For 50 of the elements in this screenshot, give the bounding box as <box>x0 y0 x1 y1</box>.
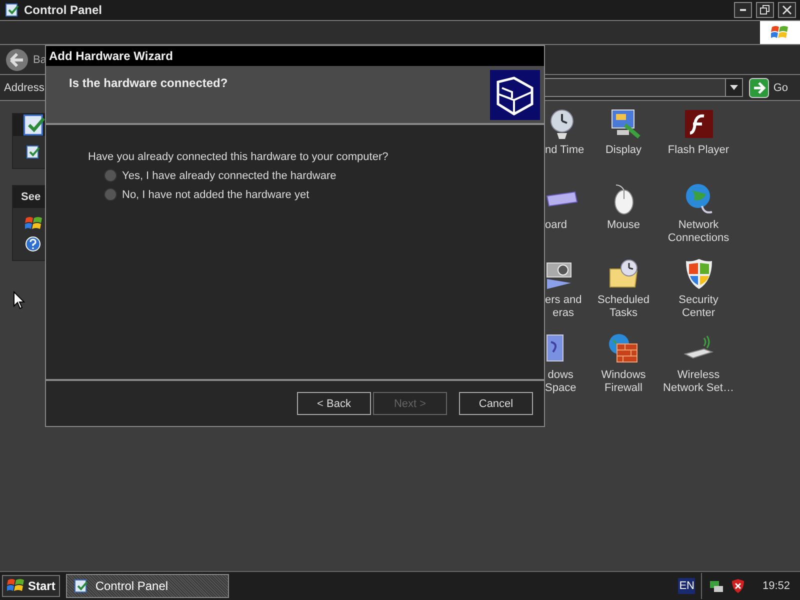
windows-update-icon <box>25 216 43 232</box>
mouse-pointer-icon <box>13 291 25 310</box>
close-button[interactable] <box>778 2 796 18</box>
minimize-icon <box>740 9 746 11</box>
help-icon[interactable] <box>25 236 41 252</box>
radio-button[interactable] <box>104 169 117 182</box>
checklist-icon <box>21 112 47 138</box>
icon-label[interactable]: dows Space <box>545 369 576 395</box>
language-indicator[interactable]: EN <box>678 578 696 594</box>
minimize-button[interactable] <box>734 2 752 18</box>
icon-label[interactable]: Wireless Network Set… <box>663 369 734 395</box>
control-panel-icon <box>73 578 90 594</box>
header-title: Is the hardware connected? <box>69 76 228 92</box>
window-title: Control Panel <box>24 3 104 17</box>
dialog-title: Add Hardware Wizard <box>49 49 173 63</box>
icon-label[interactable]: oard <box>545 219 568 232</box>
wizard-button[interactable]: Cancel <box>459 392 533 415</box>
icon-label[interactable]: Display <box>605 144 642 157</box>
address-label: Address <box>4 82 44 94</box>
wizard-button[interactable]: < Back <box>297 392 371 415</box>
caret-icon <box>730 85 738 90</box>
icon-label[interactable]: Scheduled Tasks <box>598 294 650 320</box>
clock: 19:52 <box>762 580 790 592</box>
shield-icon[interactable] <box>730 578 746 594</box>
control-panel-icon <box>25 144 41 160</box>
windows-logo-icon <box>771 24 789 40</box>
icon-label[interactable]: Security Center <box>678 294 718 320</box>
close-icon <box>782 5 792 15</box>
icon-label[interactable]: nd Time <box>545 144 584 157</box>
restore-icon <box>760 5 770 15</box>
restore-button[interactable] <box>756 2 774 18</box>
icon-label[interactable]: Windows Firewall <box>601 369 646 395</box>
hardware-icon <box>490 70 540 120</box>
radio-option[interactable]: No, I have not added the hardware yet <box>104 188 544 201</box>
windows-logo-icon <box>7 578 25 594</box>
icon-label[interactable]: Flash Player <box>668 144 730 157</box>
icon-label[interactable]: ers and eras <box>545 294 582 320</box>
start-button[interactable]: Start <box>2 575 60 597</box>
radio-option[interactable]: Yes, I have already connected the hardware <box>104 169 544 182</box>
control-panel-icon <box>4 2 20 18</box>
section-title: See <box>21 191 41 203</box>
icon-label[interactable]: Mouse <box>606 219 640 232</box>
go-button[interactable]: Go <box>747 78 796 98</box>
back-icon[interactable] <box>5 48 29 72</box>
question-text: Have you already connected this hardware to your computer? <box>88 151 390 163</box>
radio-button[interactable] <box>104 188 117 201</box>
dropdown-button[interactable] <box>725 79 742 96</box>
network-icon[interactable] <box>708 578 724 594</box>
icon-label[interactable]: Network Connections <box>668 219 730 245</box>
taskbar-button[interactable]: Control Panel <box>66 574 230 598</box>
